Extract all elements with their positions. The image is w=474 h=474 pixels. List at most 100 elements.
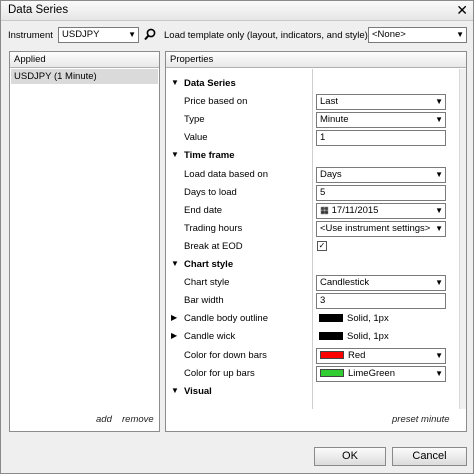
color-swatch xyxy=(320,368,344,377)
property-select[interactable]: Days ▼ xyxy=(316,166,446,183)
property-value: 1 xyxy=(316,130,446,147)
chevron-down-icon[interactable]: ▼ xyxy=(435,95,443,109)
category-row[interactable]: ▼ Chart style xyxy=(166,256,458,274)
applied-header: Applied xyxy=(10,52,159,68)
remove-link[interactable]: remove xyxy=(122,414,154,425)
property-label: End date xyxy=(184,204,223,216)
cancel-button[interactable]: Cancel xyxy=(392,447,467,466)
applied-panel: Applied USDJPY (1 Minute) add remove xyxy=(9,51,160,432)
property-select[interactable]: <Use instrument settings> ▼ xyxy=(316,220,446,237)
add-link[interactable]: add xyxy=(96,414,112,425)
expand-arrow-icon[interactable]: ▶ xyxy=(171,313,177,322)
collapse-arrow-icon[interactable]: ▼ xyxy=(171,259,179,268)
property-value: ✓ xyxy=(316,239,446,255)
search-icon[interactable] xyxy=(144,28,156,41)
template-select[interactable]: <None> ▼ xyxy=(368,27,467,43)
property-value-text: LimeGreen xyxy=(348,367,395,379)
property-value: Last ▼ xyxy=(316,94,446,111)
property-value-text: 1 xyxy=(320,132,326,144)
property-row[interactable]: Color for down bars Red ▼ xyxy=(166,347,458,365)
category-row[interactable]: ▼ Data Series xyxy=(166,75,458,93)
grid-scrollbar[interactable] xyxy=(459,69,466,409)
chevron-down-icon[interactable]: ▼ xyxy=(435,367,443,381)
property-label: Color for down bars xyxy=(184,349,267,361)
property-label: Load data based on xyxy=(184,168,268,180)
property-row[interactable]: Break at EOD ✓ xyxy=(166,238,458,256)
property-value-text: Minute xyxy=(320,114,349,126)
template-value: <None> xyxy=(372,29,406,40)
property-value: Minute ▼ xyxy=(316,112,446,129)
property-value: <Use instrument settings> ▼ xyxy=(316,220,446,237)
property-value: 3 xyxy=(316,293,446,310)
chevron-down-icon[interactable]: ▼ xyxy=(435,222,443,236)
properties-header: Properties xyxy=(166,52,466,68)
property-label: Candle wick xyxy=(184,331,236,343)
property-input[interactable]: 3 xyxy=(316,293,446,310)
category-label: Visual xyxy=(184,385,212,397)
property-label: Break at EOD xyxy=(184,240,243,252)
preset-link[interactable]: preset minute xyxy=(392,414,450,425)
chevron-down-icon[interactable]: ▼ xyxy=(435,113,443,127)
expand-arrow-icon[interactable]: ▶ xyxy=(171,331,177,340)
property-grid: ▼ Data Series Price based on Last ▼ Type Minut… xyxy=(166,69,466,409)
property-value: 5 xyxy=(316,184,446,201)
property-select[interactable]: Candlestick ▼ xyxy=(316,275,446,292)
property-value-text: Days xyxy=(320,168,342,180)
property-value-text: Solid, 1px xyxy=(347,331,389,343)
collapse-arrow-icon[interactable]: ▼ xyxy=(171,78,179,87)
collapse-arrow-icon[interactable]: ▼ xyxy=(171,150,179,159)
category-row[interactable]: ▼ Visual xyxy=(166,383,458,401)
property-select[interactable]: LimeGreen ▼ xyxy=(316,365,446,382)
list-item[interactable]: USDJPY (1 Minute) xyxy=(11,69,158,84)
ok-button[interactable]: OK xyxy=(314,447,386,466)
chevron-down-icon[interactable]: ▼ xyxy=(435,168,443,182)
stroke-swatch xyxy=(319,314,343,323)
chevron-down-icon[interactable]: ▼ xyxy=(435,349,443,363)
property-select[interactable]: Last ▼ xyxy=(316,94,446,111)
property-input[interactable]: 1 xyxy=(316,130,446,147)
category-label: Data Series xyxy=(184,78,236,89)
property-value: Solid, 1px xyxy=(316,311,446,327)
property-label: Price based on xyxy=(184,96,248,108)
property-value-text: 5 xyxy=(320,186,326,198)
chevron-down-icon[interactable]: ▼ xyxy=(435,204,443,218)
property-select[interactable]: Minute ▼ xyxy=(316,112,446,129)
property-select[interactable]: Red ▼ xyxy=(316,347,446,364)
property-value: LimeGreen ▼ xyxy=(316,365,446,382)
property-value-text: Red xyxy=(348,349,366,361)
property-row[interactable]: ▶ Candle wick Solid, 1px xyxy=(166,328,458,346)
property-label: Trading hours xyxy=(184,222,243,234)
property-value: Solid, 1px xyxy=(316,329,446,345)
property-value: Candlestick ▼ xyxy=(316,275,446,292)
chevron-down-icon[interactable]: ▼ xyxy=(435,276,443,290)
property-row[interactable]: Trading hours <Use instrument settings> ▼ xyxy=(166,220,458,238)
instrument-select[interactable]: USDJPY ▼ xyxy=(58,27,139,43)
stroke-value[interactable]: Solid, 1px xyxy=(319,330,389,344)
property-row[interactable]: Days to load 5 xyxy=(166,184,458,202)
property-value-text: Last xyxy=(320,96,338,108)
instrument-value: USDJPY xyxy=(62,29,100,40)
property-row[interactable]: Value 1 xyxy=(166,129,458,147)
instrument-label: Instrument xyxy=(8,30,53,41)
category-row[interactable]: ▼ Time frame xyxy=(166,147,458,165)
date-picker[interactable]: ▦ 17/11/2015 ▼ xyxy=(316,202,446,219)
property-row[interactable]: Price based on Last ▼ xyxy=(166,93,458,111)
property-input[interactable]: 5 xyxy=(316,184,446,201)
property-row[interactable]: End date ▦ 17/11/2015 ▼ xyxy=(166,202,458,220)
property-row[interactable]: Color for up bars LimeGreen ▼ xyxy=(166,365,458,383)
collapse-arrow-icon[interactable]: ▼ xyxy=(171,386,179,395)
property-row[interactable]: Chart style Candlestick ▼ xyxy=(166,274,458,292)
property-value: ▦ 17/11/2015 ▼ xyxy=(316,202,446,219)
chevron-down-icon: ▼ xyxy=(128,30,136,39)
title-bar: Data Series ✕ xyxy=(1,1,473,21)
property-row[interactable]: Load data based on Days ▼ xyxy=(166,166,458,184)
close-icon[interactable]: ✕ xyxy=(456,2,468,18)
property-row[interactable]: ▶ Candle body outline Solid, 1px xyxy=(166,310,458,328)
data-series-dialog: Data Series ✕ Instrument USDJPY ▼ Load t… xyxy=(0,0,474,474)
stroke-value[interactable]: Solid, 1px xyxy=(319,312,389,326)
checkbox[interactable]: ✓ xyxy=(317,240,327,251)
property-row[interactable]: Type Minute ▼ xyxy=(166,111,458,129)
property-row[interactable]: Bar width 3 xyxy=(166,292,458,310)
property-value: Red ▼ xyxy=(316,347,446,364)
window-title: Data Series xyxy=(8,4,69,16)
